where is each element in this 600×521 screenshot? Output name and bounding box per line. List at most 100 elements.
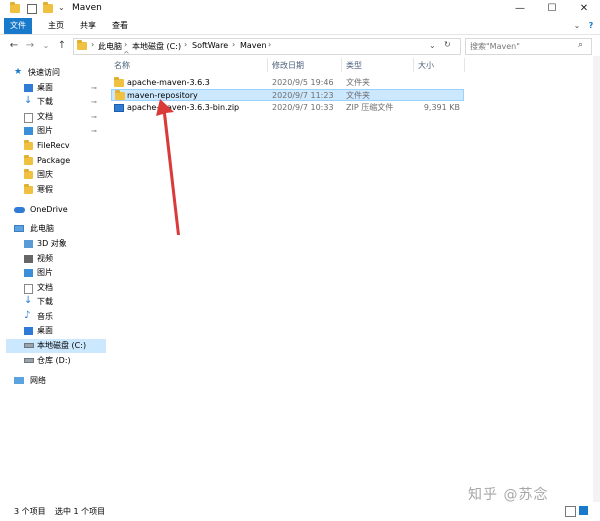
file-list: ^ 名称 修改日期 类型 大小 apache-maven-3.6.3 2020/…: [109, 50, 600, 496]
document-icon: [24, 113, 33, 123]
column-divider[interactable]: [464, 58, 465, 72]
file-name: apache-maven-3.6.3: [127, 78, 210, 87]
file-size: 9,391 KB: [423, 103, 460, 112]
pictures-icon: [24, 127, 33, 135]
sidebar-item-label: 国庆: [37, 170, 53, 179]
pin-icon: ⊸: [91, 84, 97, 92]
sidebar-item-label: 网络: [30, 376, 46, 385]
pin-icon: ⊸: [91, 113, 97, 121]
download-arrow-icon: ↓: [24, 295, 33, 306]
back-button[interactable]: ←: [8, 39, 20, 53]
sidebar-item-guoqing[interactable]: 国庆: [6, 168, 106, 182]
sidebar-item-label: 桌面: [37, 326, 53, 335]
help-icon[interactable]: ?: [585, 18, 597, 34]
sidebar-item-local-disk-c[interactable]: 本地磁盘 (C:): [6, 339, 106, 353]
desktop-icon: [24, 84, 33, 92]
customize-quick-access-icon[interactable]: ⌄: [58, 3, 66, 13]
breadcrumb-separator: ›: [184, 40, 188, 49]
file-row[interactable]: apache-maven-3.6.3 2020/9/5 19:46 文件夹: [111, 77, 464, 89]
refresh-button[interactable]: ↻: [444, 40, 451, 49]
sidebar-item-label: 快速访问: [28, 68, 60, 77]
folder-icon: [24, 155, 33, 165]
sidebar-network[interactable]: 网络: [6, 374, 106, 388]
breadcrumb-this-pc[interactable]: 此电脑: [98, 41, 122, 52]
sidebar-onedrive[interactable]: OneDrive: [6, 203, 106, 217]
large-icons-view-icon[interactable]: [579, 506, 588, 515]
column-divider[interactable]: [413, 58, 414, 72]
sidebar-item-pc-documents[interactable]: 文档: [6, 281, 106, 295]
new-folder-icon[interactable]: [43, 2, 53, 13]
close-button[interactable]: ✕: [569, 0, 599, 18]
breadcrumb-software[interactable]: SoftWare: [192, 41, 228, 50]
sidebar-item-label: 本地磁盘 (C:): [37, 341, 87, 350]
expand-ribbon-icon[interactable]: ⌄: [572, 18, 582, 34]
watermark: 知乎 @苏念: [468, 487, 549, 503]
search-box[interactable]: 搜索"Maven" ⌕: [465, 38, 592, 55]
tab-view[interactable]: 查看: [108, 18, 132, 34]
sidebar-item-label: 图片: [37, 268, 53, 277]
sidebar-item-documents[interactable]: 文档 ⊸: [6, 110, 106, 124]
address-dropdown-icon[interactable]: ⌄: [429, 41, 436, 50]
folder-icon: [114, 77, 124, 87]
breadcrumb-separator: ›: [91, 40, 95, 49]
file-type: 文件夹: [346, 78, 370, 87]
star-icon: ★: [14, 67, 23, 77]
navigation-pane: ★ 快速访问 桌面 ⊸ ↓ 下载 ⊸ 文档 ⊸ 图片 ⊸ FileRecv Pa…: [6, 62, 106, 502]
folder-icon: [24, 184, 33, 194]
column-header-size[interactable]: 大小: [418, 60, 434, 71]
sidebar-this-pc[interactable]: 此电脑: [6, 222, 106, 236]
sidebar-item-videos[interactable]: 视频: [6, 252, 106, 266]
sidebar-item-package[interactable]: Package: [6, 154, 106, 168]
search-input[interactable]: 搜索"Maven": [470, 41, 520, 52]
breadcrumb-local-disk[interactable]: 本地磁盘 (C:): [132, 41, 181, 52]
sidebar-item-music[interactable]: ♪ 音乐: [6, 310, 106, 324]
up-button[interactable]: ↑: [56, 39, 68, 53]
file-modified: 2020/9/7 10:33: [272, 103, 334, 112]
sidebar-item-pc-pictures[interactable]: 图片: [6, 266, 106, 280]
sidebar-item-pc-downloads[interactable]: ↓ 下载: [6, 295, 106, 309]
status-item-count: 3 个项目: [14, 507, 46, 516]
forward-button[interactable]: →: [24, 39, 36, 53]
column-divider[interactable]: [267, 58, 268, 72]
cube-icon: [24, 240, 33, 248]
scrollbar-track[interactable]: [593, 56, 600, 502]
tab-file[interactable]: 文件: [4, 18, 32, 34]
sidebar-item-label: 寒假: [37, 185, 53, 194]
column-header-name[interactable]: 名称: [114, 60, 130, 71]
search-icon: ⌕: [578, 40, 584, 50]
sidebar-item-pc-desktop[interactable]: 桌面: [6, 324, 106, 338]
sidebar-item-label: OneDrive: [30, 205, 68, 214]
sidebar-item-desktop[interactable]: 桌面 ⊸: [6, 81, 106, 95]
pin-icon: ⊸: [91, 127, 97, 135]
sidebar-item-label: 音乐: [37, 312, 53, 321]
status-bar: 3 个项目 选中 1 个项目: [0, 502, 600, 521]
properties-icon[interactable]: [27, 4, 37, 14]
maximize-button[interactable]: ☐: [537, 0, 567, 18]
sidebar-item-hanjia[interactable]: 寒假: [6, 183, 106, 197]
column-divider[interactable]: [341, 58, 342, 72]
file-modified: 2020/9/7 11:23: [272, 91, 334, 100]
folder-icon: [24, 169, 33, 179]
tab-home[interactable]: 主页: [44, 18, 68, 34]
folder-icon: [10, 2, 20, 13]
minimize-button[interactable]: —: [505, 0, 535, 18]
video-icon: [24, 255, 33, 263]
sidebar-item-label: 下载: [37, 297, 53, 306]
breadcrumb-maven[interactable]: Maven: [240, 41, 267, 50]
folder-icon: [24, 140, 33, 150]
sidebar-quick-access[interactable]: ★ 快速访问: [6, 66, 106, 80]
sidebar-item-label: 视频: [37, 254, 53, 263]
download-arrow-icon: ↓: [24, 95, 33, 106]
sidebar-item-pictures[interactable]: 图片 ⊸: [6, 124, 106, 138]
sidebar-item-downloads[interactable]: ↓ 下载 ⊸: [6, 95, 106, 109]
tab-share[interactable]: 共享: [76, 18, 100, 34]
details-view-icon[interactable]: [565, 506, 576, 517]
column-header-modified[interactable]: 修改日期: [272, 60, 304, 71]
column-header-type[interactable]: 类型: [346, 60, 362, 71]
window-title: Maven: [72, 3, 102, 13]
sidebar-item-filerecv[interactable]: FileRecv: [6, 139, 106, 153]
sidebar-item-3d-objects[interactable]: 3D 对象: [6, 237, 106, 251]
address-bar[interactable]: › 此电脑 › 本地磁盘 (C:) › SoftWare › Maven › ⌄…: [73, 38, 461, 55]
recent-locations-button[interactable]: ⌄: [40, 39, 52, 53]
sidebar-item-drive-d[interactable]: 仓库 (D:): [6, 354, 106, 368]
